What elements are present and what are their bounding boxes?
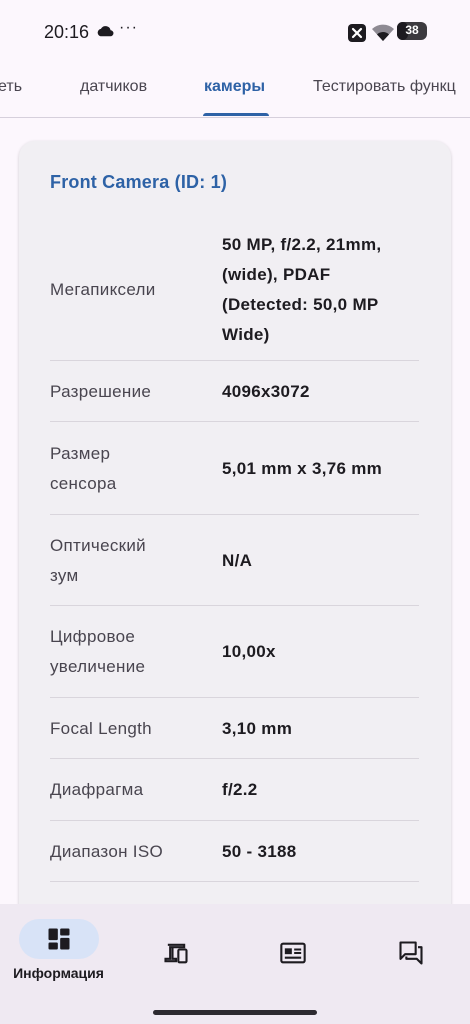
tab-cameras[interactable]: камеры: [204, 78, 265, 96]
battery-icon: 38: [397, 22, 427, 40]
spec-label: Диапазон ISO: [50, 841, 163, 861]
screen: 20:16 ··· 38 еть датчиков камеры Тестиро…: [0, 0, 470, 1024]
spec-value: 5,01 mm x 3,76 mm: [222, 458, 383, 478]
nav-label-info: Информация: [13, 965, 104, 981]
card-title: Front Camera (ID: 1): [50, 172, 228, 192]
spec-label: Размер сенсора: [50, 443, 117, 493]
bottom-navigation: Информация: [0, 904, 470, 1024]
notification-x-icon: [348, 24, 366, 42]
tab-test-functions[interactable]: Тестировать функц: [313, 78, 456, 96]
newspaper-icon: [280, 942, 306, 964]
home-indicator[interactable]: [153, 1010, 317, 1015]
spec-row-megapixels: Мегапиксели 50 MP, f/2.2, 21mm, (wide), …: [50, 219, 419, 361]
nav-item-forum[interactable]: [353, 904, 470, 1004]
spec-label: Focal Length: [50, 718, 152, 738]
forum-icon: [399, 941, 423, 965]
tab-active-indicator: [203, 113, 269, 116]
spec-label: Цифровое увеличение: [50, 627, 146, 676]
spec-value: N/A: [222, 550, 253, 570]
camera-card: Front Camera (ID: 1) Мегапиксели 50 MP, …: [19, 141, 451, 1024]
spec-value: 4096x3072: [222, 381, 310, 401]
tab-sensors[interactable]: датчиков: [80, 78, 147, 96]
dashboard-icon: [48, 928, 70, 950]
spec-label: Оптический зум: [50, 535, 146, 585]
spec-label: Мегапиксели: [50, 280, 156, 299]
spec-row-resolution: Разрешение 4096x3072: [50, 361, 419, 422]
cloud-icon: [97, 26, 114, 37]
spec-value: f/2.2: [222, 780, 258, 799]
nav-item-devices[interactable]: [117, 904, 234, 1004]
spec-row-optical-zoom: Оптический зум N/A: [50, 515, 419, 606]
spec-value: 10,00x: [222, 642, 276, 661]
status-time: 20:16: [44, 22, 90, 42]
spec-value: 50 - 3188: [222, 841, 297, 861]
nav-item-info[interactable]: Информация: [0, 904, 117, 1004]
spec-value: 3,10 mm: [222, 718, 293, 738]
tab-network[interactable]: еть: [0, 78, 22, 96]
tab-bar: еть датчиков камеры Тестировать функц: [0, 62, 470, 118]
spec-row-aperture: Диафрагма f/2.2: [50, 759, 419, 821]
battery-percent: 38: [405, 23, 419, 37]
spec-row-digital-zoom: Цифровое увеличение 10,00x: [50, 606, 419, 698]
spec-row-sensor-size: Размер сенсора 5,01 mm x 3,76 mm: [50, 422, 419, 515]
spec-row-focal-length: Focal Length 3,10 mm: [50, 698, 419, 759]
status-more-dots: ···: [119, 19, 138, 36]
spec-value: 50 MP, f/2.2, 21mm, (wide), PDAF (Detect…: [222, 235, 382, 344]
spec-label: Диафрагма: [50, 780, 144, 799]
status-bar: 20:16 ··· 38: [0, 0, 470, 62]
devices-icon: [164, 943, 188, 964]
spec-row-iso-range: Диапазон ISO 50 - 3188: [50, 821, 419, 882]
spec-label: Разрешение: [50, 381, 152, 401]
wifi-icon: [372, 24, 394, 41]
nav-item-news[interactable]: [235, 904, 352, 1004]
